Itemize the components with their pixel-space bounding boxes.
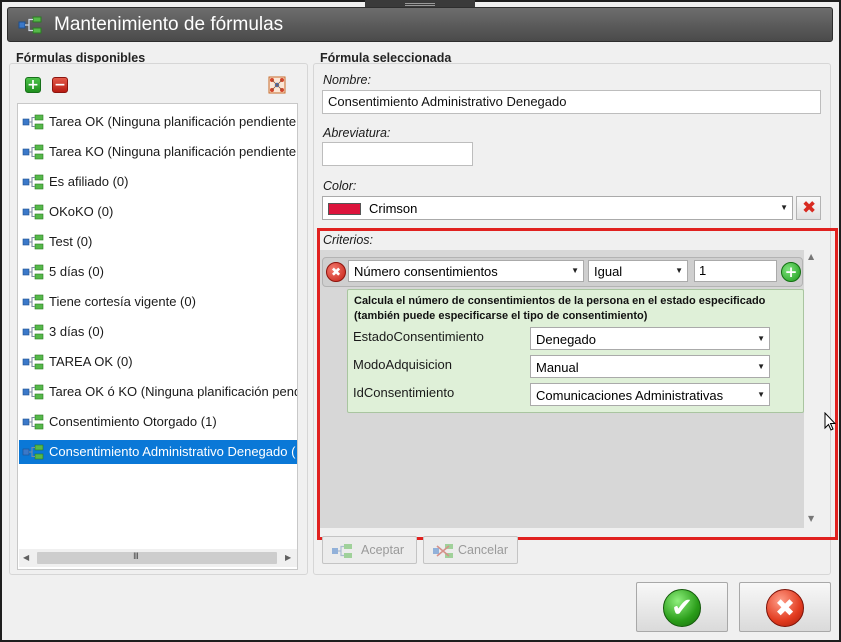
formula-list-item[interactable]: Tarea OK (Ninguna planificación pendient… bbox=[19, 110, 297, 134]
formula-list-item[interactable]: 3 días (0) bbox=[19, 320, 297, 344]
formula-tree-icon bbox=[22, 264, 44, 280]
network-icon[interactable] bbox=[268, 76, 286, 94]
formula-tree-icon bbox=[22, 414, 44, 430]
title-bar: Mantenimiento de fórmulas bbox=[7, 7, 833, 42]
formula-tree-icon bbox=[22, 114, 44, 130]
close-icon: ✖ bbox=[766, 589, 804, 627]
formula-list-item[interactable]: Tarea OK ó KO (Ninguna planificación pen… bbox=[19, 380, 297, 404]
cancel-edit-label: Cancelar bbox=[458, 543, 509, 557]
abbreviation-field[interactable] bbox=[322, 142, 473, 166]
accept-button[interactable]: Aceptar bbox=[322, 536, 417, 564]
color-value: Crimson bbox=[369, 201, 418, 216]
remove-formula-button[interactable]: − bbox=[52, 77, 68, 93]
color-label: Color: bbox=[323, 179, 357, 193]
scroll-left-icon[interactable]: ◀ bbox=[23, 553, 29, 562]
accept-label: Aceptar bbox=[361, 543, 405, 557]
close-icon: ✖ bbox=[802, 198, 817, 218]
formula-list-item[interactable]: Test (0) bbox=[19, 230, 297, 254]
formula-list-item-label: Tarea OK (Ninguna planificación pendient… bbox=[49, 114, 297, 129]
cancel-edit-icon bbox=[433, 544, 453, 558]
formula-list-item-label: Es afiliado (0) bbox=[49, 174, 129, 189]
formula-list-item-label: Consentimiento Otorgado (1) bbox=[49, 414, 217, 429]
formula-list-item-label: Tarea OK ó KO (Ninguna planificación pen… bbox=[49, 384, 298, 399]
formula-tree-icon bbox=[22, 174, 44, 190]
accept-icon bbox=[332, 544, 352, 558]
formula-list-item[interactable]: Tiene cortesía vigente (0) bbox=[19, 290, 297, 314]
formula-list-item[interactable]: TAREA OK (0) bbox=[19, 350, 297, 374]
formula-list-item-label: 5 días (0) bbox=[49, 264, 104, 279]
formula-list-item-label: TAREA OK (0) bbox=[49, 354, 133, 369]
chevron-down-icon: ▼ bbox=[780, 203, 788, 212]
formula-list-item[interactable]: Es afiliado (0) bbox=[19, 170, 297, 194]
formula-list-item[interactable]: OKoKO (0) bbox=[19, 200, 297, 224]
formula-tree-icon bbox=[22, 204, 44, 220]
ok-button[interactable]: ✔ bbox=[636, 582, 728, 632]
abbreviation-label: Abreviatura: bbox=[323, 126, 391, 140]
mouse-cursor-icon bbox=[824, 412, 836, 431]
formulas-list[interactable]: Tarea OK (Ninguna planificación pendient… bbox=[17, 103, 298, 570]
cancel-edit-button[interactable]: Cancelar bbox=[423, 536, 518, 564]
formula-tree-icon bbox=[22, 354, 44, 370]
formula-tree-icon bbox=[22, 234, 44, 250]
scroll-right-icon[interactable]: ▶ bbox=[285, 553, 291, 562]
formula-list-item[interactable]: Tarea KO (Ninguna planificación pendient… bbox=[19, 140, 297, 164]
formula-list-item[interactable]: Consentimiento Administrativo Denegado ( bbox=[19, 440, 297, 464]
formula-tree-icon bbox=[22, 324, 44, 340]
clear-color-button[interactable]: ✖ bbox=[796, 196, 821, 220]
list-horizontal-scrollbar[interactable]: ◀ III ▶ bbox=[19, 549, 297, 567]
formula-list-item-label: OKoKO (0) bbox=[49, 204, 114, 219]
color-swatch bbox=[328, 203, 361, 215]
add-formula-button[interactable]: + bbox=[25, 77, 41, 93]
formula-list-item-label: Consentimiento Administrativo Denegado ( bbox=[49, 444, 296, 459]
window-title: Mantenimiento de fórmulas bbox=[54, 14, 284, 35]
formula-list-item-label: Tarea KO (Ninguna planificación pendient… bbox=[49, 144, 297, 159]
close-dialog-button[interactable]: ✖ bbox=[739, 582, 831, 632]
formula-tree-icon bbox=[22, 384, 44, 400]
formula-tree-icon bbox=[22, 144, 44, 160]
scrollbar-thumb[interactable]: III bbox=[37, 552, 277, 564]
formula-list-item[interactable]: 5 días (0) bbox=[19, 260, 297, 284]
checkmark-icon: ✔ bbox=[663, 589, 701, 627]
formulas-toolbar: + − bbox=[16, 72, 300, 102]
formula-list-item-label: Tiene cortesía vigente (0) bbox=[49, 294, 196, 309]
formula-tree-icon bbox=[22, 294, 44, 310]
formula-list-item-label: Test (0) bbox=[49, 234, 93, 249]
formula-list-item-label: 3 días (0) bbox=[49, 324, 104, 339]
formula-tree-icon bbox=[22, 444, 44, 460]
formula-tree-icon bbox=[18, 16, 42, 34]
name-field[interactable]: Consentimiento Administrativo Denegado bbox=[322, 90, 821, 114]
color-select[interactable]: Crimson ▼ bbox=[322, 196, 793, 220]
name-label: Nombre: bbox=[323, 73, 371, 87]
scrollbar-grip: III bbox=[133, 552, 139, 562]
formula-list-item[interactable]: Consentimiento Otorgado (1) bbox=[19, 410, 297, 434]
criteria-highlight-box bbox=[317, 228, 838, 540]
